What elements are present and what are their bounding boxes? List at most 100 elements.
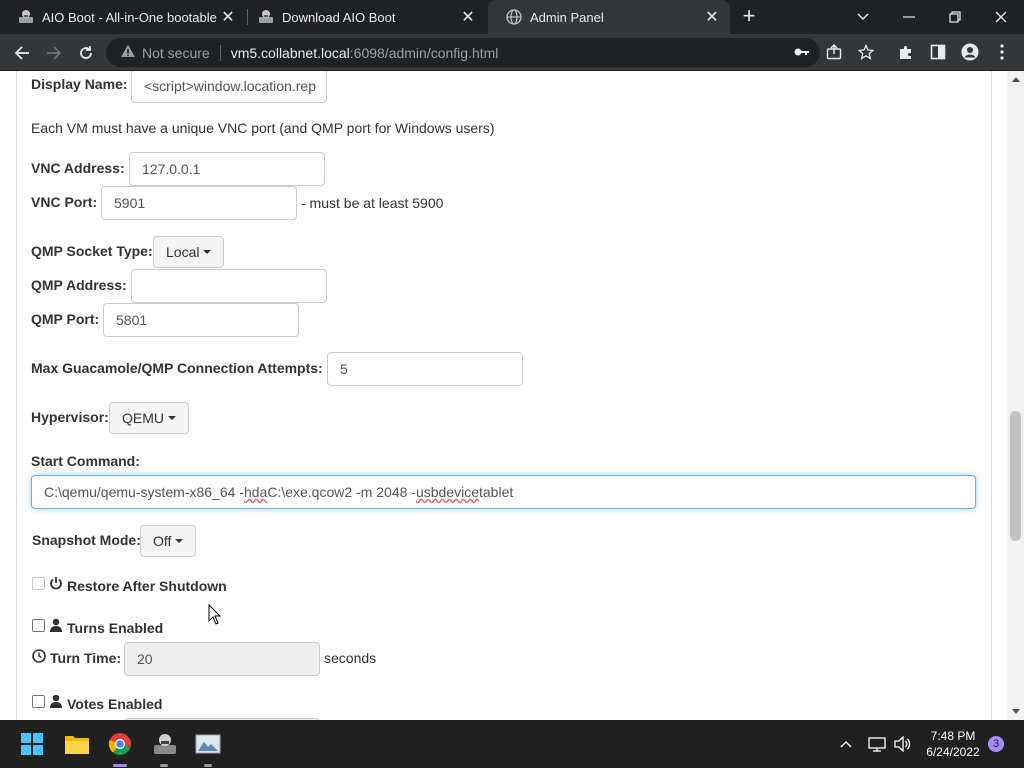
snapshot-mode-label: Snapshot Mode: <box>32 532 141 548</box>
warning-triangle-icon[interactable] <box>120 44 136 61</box>
max-connection-attempts-label: Max Guacamole/QMP Connection Attempts: <box>31 360 323 376</box>
tab-admin-panel[interactable]: Admin Panel ✕ <box>488 0 730 34</box>
key-icon[interactable] <box>791 41 813 63</box>
start-command-text-4: usbdevice <box>415 484 479 500</box>
start-command-text-3: C:\exe.qcow2 -m 2048 - <box>267 484 416 500</box>
snapshot-mode-dropdown[interactable]: Off <box>140 525 197 557</box>
active-app-indicator <box>113 764 127 767</box>
security-status-label[interactable]: Not secure <box>142 45 210 61</box>
start-command-text-5: tablet <box>479 484 514 500</box>
back-arrow-icon[interactable] <box>9 40 35 66</box>
mouse-cursor-icon <box>208 603 222 631</box>
windows-taskbar: 7:48 PM 6/24/2022 3 <box>0 720 1024 768</box>
taskbar-clock[interactable]: 7:48 PM 6/24/2022 <box>918 728 988 760</box>
qmp-address-input[interactable] <box>131 269 327 303</box>
start-command-label: Start Command: <box>31 453 140 469</box>
qmp-address-label: QMP Address: <box>31 277 127 293</box>
turns-enabled-label: Turns Enabled <box>67 620 164 636</box>
tab-aio-boot[interactable]: AIO Boot - All-in-One bootable s ✕ <box>0 0 246 34</box>
vnc-address-input[interactable]: 127.0.0.1 <box>129 152 325 186</box>
notification-badge[interactable]: 3 <box>988 736 1004 752</box>
share-icon[interactable] <box>823 41 845 63</box>
windows-start-icon[interactable] <box>16 728 48 760</box>
forward-arrow-icon[interactable] <box>41 40 67 66</box>
caret-down-icon <box>168 416 176 420</box>
restore-button[interactable] <box>932 0 978 34</box>
more-vert-icon[interactable] <box>991 41 1013 63</box>
qmp-socket-type-value: Local <box>166 244 200 260</box>
clock-time: 7:48 PM <box>930 729 976 743</box>
globe-icon <box>506 9 522 25</box>
vnc-port-input[interactable]: 5901 <box>101 186 297 220</box>
qmp-socket-type-label: QMP Socket Type: <box>31 243 153 259</box>
scroll-thumb[interactable] <box>1010 411 1021 541</box>
open-app-indicator <box>204 764 212 767</box>
bookmark-star-icon[interactable] <box>855 41 877 63</box>
tab-strip: AIO Boot - All-in-One bootable s ✕ Downl… <box>0 0 1024 34</box>
caret-down-icon <box>203 250 212 254</box>
clock-date: 6/24/2022 <box>926 745 980 759</box>
display-name-label: Display Name: <box>31 76 128 92</box>
address-bar[interactable]: Not secure vm5.collabnet.local:6098/admi… <box>106 38 820 67</box>
url-path: :6098/admin/config.html <box>349 44 499 61</box>
speaker-volume-icon[interactable] <box>890 728 916 760</box>
start-command-input[interactable]: C:\qemu/qemu-system-x86_64 - hda C:\exe.q… <box>31 475 976 509</box>
url-host: vm5.collabnet.local <box>230 44 350 61</box>
hypervisor-label: Hypervisor: <box>31 409 109 425</box>
reload-icon[interactable] <box>73 40 99 66</box>
start-command-text-2: hda <box>243 484 268 500</box>
scroll-down-arrow-icon[interactable] <box>1007 703 1024 720</box>
open-app-indicator <box>160 764 168 767</box>
vnc-address-label: VNC Address: <box>31 160 125 176</box>
votes-enabled-checkbox[interactable] <box>32 695 45 708</box>
user-icon <box>49 694 63 713</box>
page-scrollbar[interactable] <box>1007 71 1024 720</box>
qmp-port-input[interactable]: 5801 <box>103 303 299 337</box>
turn-time-label: Turn Time: <box>50 650 122 666</box>
close-tab-icon[interactable]: ✕ <box>702 7 722 27</box>
close-tab-icon[interactable]: ✕ <box>458 7 478 27</box>
omnibox-separator <box>219 44 221 61</box>
new-tab-button[interactable]: + <box>738 5 760 27</box>
scroll-up-arrow-icon[interactable] <box>1007 71 1024 88</box>
vnc-uniqueness-note: Each VM must have a unique VNC port (and… <box>31 120 495 136</box>
hypervisor-value: QEMU <box>122 410 164 426</box>
qmp-port-label: QMP Port: <box>31 311 100 327</box>
display-name-input[interactable]: <script>window.location.rep <box>131 71 327 103</box>
chevron-up-icon[interactable] <box>834 728 858 760</box>
tab-title: AIO Boot - All-in-One bootable s <box>42 9 218 25</box>
restore-after-shutdown-checkbox[interactable] <box>32 577 45 590</box>
aio-boot-app-icon[interactable] <box>149 728 181 760</box>
window-close-button[interactable] <box>978 0 1024 34</box>
caret-down-icon <box>175 539 184 543</box>
max-connection-attempts-input[interactable]: 5 <box>327 352 523 386</box>
turn-time-input[interactable]: 20 <box>124 642 320 676</box>
tab-download-aio-boot[interactable]: Download AIO Boot ✕ <box>240 0 486 34</box>
chrome-icon[interactable] <box>104 728 136 760</box>
network-icon[interactable] <box>864 728 890 760</box>
browser-toolbar: Not secure vm5.collabnet.local:6098/admi… <box>0 34 1024 71</box>
minimize-button[interactable] <box>886 0 932 34</box>
tab-title: Admin Panel <box>530 9 604 25</box>
votes-enabled-label: Votes Enabled <box>67 696 163 712</box>
page-viewport: Display Name: <script>window.location.re… <box>0 71 1024 720</box>
restore-after-shutdown-label: Restore After Shutdown <box>67 578 227 594</box>
turns-enabled-checkbox[interactable] <box>32 619 45 632</box>
snapshot-mode-value: Off <box>153 533 172 549</box>
file-explorer-icon[interactable] <box>61 728 93 760</box>
extensions-puzzle-icon[interactable] <box>895 41 917 63</box>
config-panel: Display Name: <script>window.location.re… <box>16 71 992 720</box>
close-tab-icon[interactable]: ✕ <box>218 7 238 27</box>
aio-boot-favicon-icon <box>258 9 274 25</box>
profile-avatar-icon[interactable] <box>959 41 981 63</box>
qmp-socket-type-dropdown[interactable]: Local <box>153 236 225 268</box>
hypervisor-dropdown[interactable]: QEMU <box>109 402 189 434</box>
tab-search-chevron-icon[interactable] <box>840 0 886 34</box>
power-icon <box>49 576 63 595</box>
user-icon <box>49 618 63 637</box>
clock-icon <box>32 649 46 668</box>
vnc-port-label: VNC Port: <box>31 194 98 210</box>
aio-boot-favicon-icon <box>18 9 34 25</box>
side-panel-icon[interactable] <box>927 41 949 63</box>
image-viewer-app-icon[interactable] <box>192 728 224 760</box>
